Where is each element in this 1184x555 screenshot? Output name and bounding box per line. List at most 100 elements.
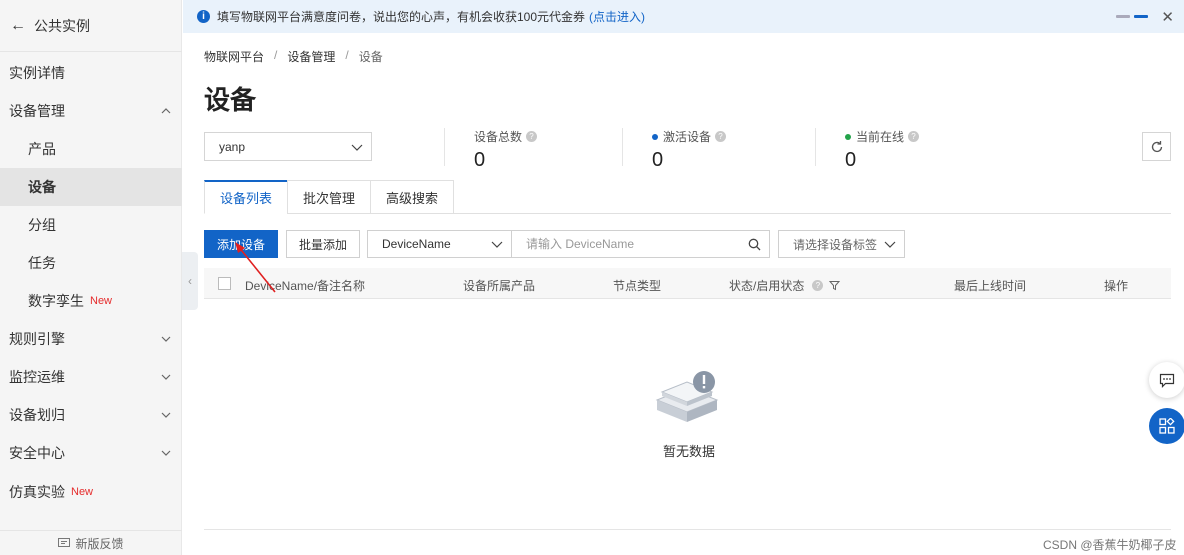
feedback-label: 新版反馈 (75, 536, 124, 551)
select-all-checkbox[interactable] (218, 277, 231, 290)
tab-batch-management[interactable]: 批次管理 (287, 180, 371, 214)
page-title: 设备 (204, 85, 257, 115)
column-header-last-online: 最后上线时间 (954, 277, 1026, 294)
feedback-icon (58, 537, 71, 547)
filter-icon[interactable] (829, 280, 841, 291)
column-header-label: 节点类型 (613, 279, 662, 293)
column-header-devicename: DeviceName/备注名称 (245, 277, 365, 294)
status-dot-icon (845, 133, 851, 140)
column-header-label: 状态/启用状态 (729, 279, 805, 293)
sidebar-collapse-handle[interactable]: ‹ (182, 252, 198, 310)
chat-icon (1159, 373, 1175, 388)
stat-label: 激活设备 (663, 130, 712, 144)
device-tag-placeholder: 请选择设备标签 (793, 237, 878, 252)
product-select[interactable]: yanp (204, 132, 372, 161)
tab-advanced-search[interactable]: 高级搜索 (370, 180, 455, 214)
sidebar-item-security-center[interactable]: 安全中心 (0, 434, 182, 472)
chevron-left-icon: ‹ (188, 274, 192, 288)
sidebar-item-instance-details[interactable]: 实例详情 (0, 54, 182, 92)
sidebar-item-label: 监控运维 (9, 369, 65, 385)
breadcrumb-current: 设备 (358, 50, 383, 64)
carousel-indicator-icon[interactable] (1116, 15, 1130, 18)
refresh-button[interactable] (1142, 132, 1171, 161)
chevron-down-icon (161, 374, 171, 380)
stat-value: 0 (652, 149, 664, 171)
product-select-value: yanp (219, 139, 246, 154)
column-header-label: 操作 (1104, 279, 1129, 293)
column-header-label: DeviceName/备注名称 (245, 279, 366, 293)
stat-activated-devices: 激活设备? 0 (652, 128, 727, 171)
empty-data-icon (655, 371, 719, 422)
sidebar-item-label: 实例详情 (9, 65, 65, 81)
back-arrow-icon: ← (10, 16, 26, 34)
chevron-down-icon (161, 450, 171, 456)
stat-value: 0 (845, 149, 857, 171)
table-bottom-border (204, 529, 1171, 530)
back-to-instances[interactable]: ← 公共实例 (0, 0, 182, 52)
table-header: DeviceName/备注名称 设备所属产品 节点类型 状态/启用状态? 最后上… (204, 268, 1171, 299)
help-icon[interactable]: ? (908, 131, 920, 142)
search-icon[interactable] (748, 238, 761, 251)
breadcrumb-separator: / (274, 48, 278, 62)
sidebar-item-label: 设备划归 (9, 407, 65, 423)
column-header-actions: 操作 (1104, 277, 1128, 294)
column-header-node-type: 节点类型 (613, 277, 661, 294)
sidebar-item-label: 设备管理 (9, 103, 65, 119)
sidebar-item-simulation[interactable]: 仿真实验 New (0, 473, 182, 511)
tab-bar: 设备列表 批次管理 高级搜索 (204, 180, 455, 214)
sidebar-item-label: 仿真实验 (9, 484, 65, 500)
sidebar-item-device-assignment[interactable]: 设备划归 (0, 396, 182, 434)
sidebar-item-label: 任务 (28, 255, 56, 271)
carousel-indicator-active-icon[interactable] (1134, 15, 1148, 18)
stat-total-devices: 设备总数? 0 (474, 128, 538, 171)
sidebar-item-tasks[interactable]: 任务 (0, 244, 182, 282)
new-badge: New (71, 486, 94, 498)
close-icon[interactable]: ✕ (1161, 8, 1174, 26)
empty-data-text: 暂无数据 (663, 444, 716, 459)
search-field-select[interactable]: DeviceName (367, 230, 512, 258)
sidebar-item-label: 规则引擎 (9, 331, 65, 347)
add-device-button[interactable]: 添加设备 (204, 230, 278, 258)
stat-value: 0 (474, 149, 486, 171)
sidebar-item-label: 安全中心 (9, 445, 65, 461)
search-input[interactable] (512, 231, 732, 257)
breadcrumb-device-management[interactable]: 设备管理 (287, 48, 335, 65)
divider (815, 128, 816, 166)
divider (622, 128, 623, 166)
column-header-product: 设备所属产品 (463, 277, 535, 294)
chat-button[interactable] (1149, 362, 1184, 398)
sidebar-item-groups[interactable]: 分组 (0, 206, 182, 244)
help-icon[interactable]: ? (526, 131, 538, 142)
sidebar-item-products[interactable]: 产品 (0, 130, 182, 168)
sidebar-item-monitoring[interactable]: 监控运维 (0, 358, 182, 396)
sidebar-item-label: 产品 (28, 141, 56, 157)
tab-device-list[interactable]: 设备列表 (204, 180, 288, 214)
sidebar-item-rule-engine[interactable]: 规则引擎 (0, 320, 182, 358)
apps-button[interactable] (1149, 408, 1184, 444)
refresh-icon (1151, 140, 1162, 152)
device-tag-select[interactable]: 请选择设备标签 (778, 230, 905, 258)
help-icon[interactable]: ? (715, 131, 727, 142)
apps-grid-icon (1159, 418, 1175, 434)
new-badge: New (90, 295, 113, 307)
notice-text: 填写物联网平台满意度问卷，说出您的心声，有机会收获100元代金券 (217, 10, 586, 24)
sidebar-item-device-management[interactable]: 设备管理 (0, 92, 182, 130)
sidebar-item-label: 设备 (28, 179, 56, 195)
column-header-label: 最后上线时间 (954, 279, 1027, 293)
chevron-up-icon (161, 108, 171, 114)
sidebar-item-digital-twin[interactable]: 数字孪生 New (0, 282, 182, 320)
search-field-value: DeviceName (382, 237, 451, 251)
breadcrumb-separator: / (345, 48, 349, 62)
notice-link[interactable]: (点击进入) (589, 8, 645, 25)
batch-add-button[interactable]: 批量添加 (286, 230, 360, 258)
feedback-button[interactable]: 新版反馈 (0, 530, 182, 555)
watermark: CSDN @香蕉牛奶椰子皮 (1043, 538, 1177, 552)
sidebar-item-label: 分组 (28, 217, 56, 233)
column-header-status: 状态/启用状态? (729, 277, 841, 294)
status-dot-icon (652, 133, 658, 140)
sidebar-item-devices[interactable]: 设备 (0, 168, 182, 206)
breadcrumb-iot-platform[interactable]: 物联网平台 (204, 48, 264, 65)
chevron-down-icon (161, 412, 171, 418)
help-icon[interactable]: ? (812, 280, 824, 291)
stat-label: 设备总数 (474, 130, 523, 144)
